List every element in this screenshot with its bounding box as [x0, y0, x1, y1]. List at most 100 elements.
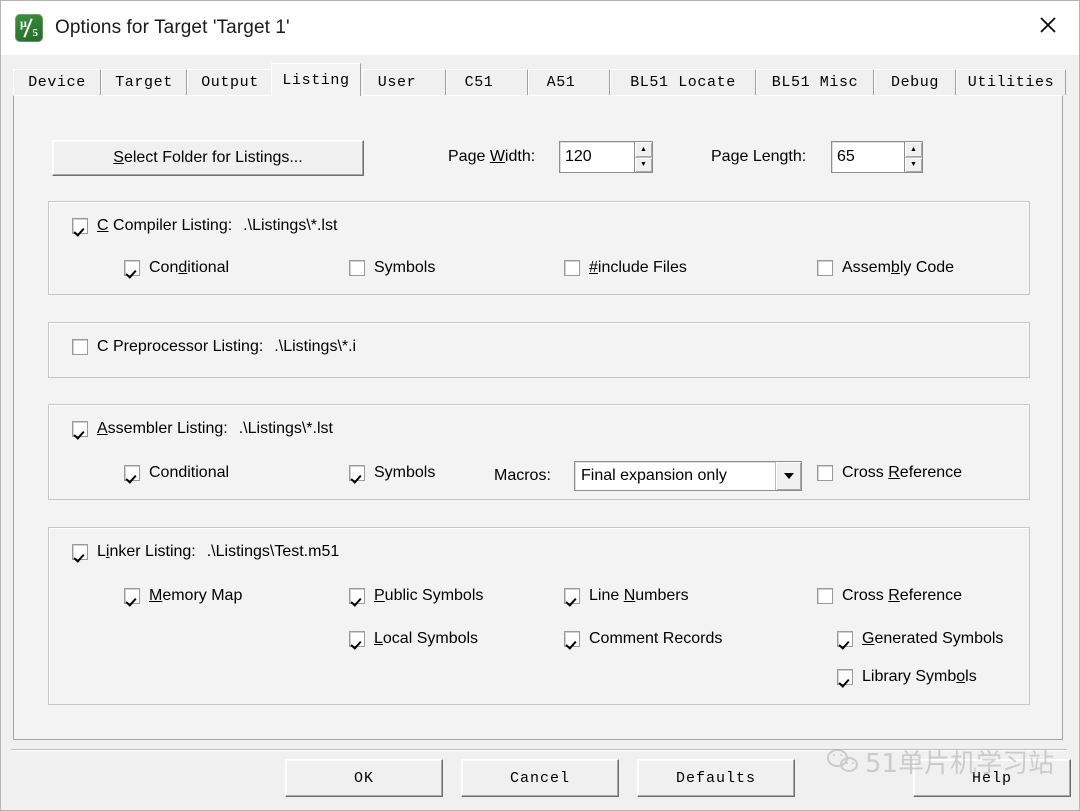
linker-cross-reference-checkbox[interactable]: Cross Reference: [817, 587, 962, 605]
defaults-button[interactable]: Defaults: [637, 759, 795, 797]
window-title: Options for Target 'Target 1': [55, 17, 290, 38]
c-compiler-conditional-checkbox[interactable]: Conditional: [124, 259, 229, 277]
tab-bl51-locate[interactable]: BL51 Locate: [610, 69, 756, 95]
assembler-listing-label: Assembler Listing:: [97, 420, 228, 437]
page-width-spin-down[interactable]: ▼: [635, 157, 652, 172]
tab-label: C51: [464, 74, 494, 91]
tab-label: Utilities: [967, 74, 1055, 91]
tab-label: User: [377, 74, 417, 91]
linker-public-symbols-checkbox[interactable]: Public Symbols: [349, 587, 483, 605]
c-compiler-include-files-checkbox[interactable]: #include Files: [564, 259, 687, 277]
linker-listing-path: .\Listings\Test.m51: [206, 543, 340, 560]
tab-bl51-misc[interactable]: BL51 Misc: [756, 69, 874, 95]
checkbox-box: [72, 218, 88, 234]
c-compiler-listing-group: C Compiler Listing: .\Listings\*.lst Con…: [48, 201, 1030, 295]
c-compiler-listing-label: C Compiler Listing:: [97, 217, 233, 234]
linker-memory-map-checkbox[interactable]: Memory Map: [124, 587, 242, 605]
tab-a51[interactable]: A51: [528, 69, 610, 95]
tab-label: Debug: [890, 74, 939, 91]
checkbox-label: Symbols: [374, 464, 436, 481]
linker-listing-checkbox[interactable]: Linker Listing: .\Listings\Test.m51: [72, 543, 339, 561]
checkbox-box: [817, 588, 833, 604]
wechat-icon: [827, 747, 861, 777]
assembler-listing-path: .\Listings\*.lst: [238, 420, 333, 437]
assembler-listing-group: Assembler Listing: .\Listings\*.lst Cond…: [48, 404, 1030, 500]
macros-value: Final expansion only: [581, 467, 727, 484]
checkbox-box: [564, 631, 580, 647]
checkbox-box: [817, 260, 833, 276]
close-icon[interactable]: [1017, 1, 1079, 49]
tab-user[interactable]: User: [362, 69, 446, 95]
checkbox-label: Generated Symbols: [862, 630, 1004, 647]
select-folder-label: Select Folder for Listings...: [113, 149, 303, 166]
tab-label: BL51 Locate: [630, 74, 736, 91]
tab-target[interactable]: Target: [101, 69, 187, 95]
page-length-spin-up[interactable]: ▲: [905, 142, 922, 158]
assembler-listing-checkbox[interactable]: Assembler Listing: .\Listings\*.lst: [72, 420, 333, 438]
select-folder-for-listings-button[interactable]: Select Folder for Listings...: [52, 140, 364, 176]
c-compiler-listing-checkbox[interactable]: C Compiler Listing: .\Listings\*.lst: [72, 217, 337, 235]
tab-utilities[interactable]: Utilities: [956, 69, 1066, 95]
macros-select[interactable]: Final expansion only: [574, 461, 802, 491]
checkbox-box: [349, 631, 365, 647]
c-preprocessor-listing-label: C Preprocessor Listing:: [97, 338, 264, 355]
checkbox-box: [349, 588, 365, 604]
page-width-value: 120: [565, 148, 592, 165]
tab-label: Device: [28, 74, 86, 91]
tab-output[interactable]: Output: [187, 69, 273, 95]
tab-c51[interactable]: C51: [446, 69, 528, 95]
checkbox-label: Cross Reference: [842, 587, 963, 604]
ok-label: OK: [353, 769, 374, 787]
linker-library-symbols-checkbox[interactable]: Library Symbols: [837, 668, 977, 686]
checkbox-box: [837, 669, 853, 685]
c-preprocessor-listing-path: .\Listings\*.i: [274, 338, 357, 355]
tab-device[interactable]: Device: [13, 69, 101, 95]
c-compiler-assembly-code-checkbox[interactable]: Assembly Code: [817, 259, 954, 277]
linker-local-symbols-checkbox[interactable]: Local Symbols: [349, 630, 478, 648]
checkbox-box: [564, 588, 580, 604]
c-preprocessor-listing-checkbox[interactable]: C Preprocessor Listing: .\Listings\*.i: [72, 338, 356, 356]
ok-button[interactable]: OK: [285, 759, 443, 797]
tab-label: Listing: [282, 71, 350, 89]
checkbox-box: [72, 339, 88, 355]
checkbox-label: Library Symbols: [862, 668, 977, 685]
checkbox-label: Line Numbers: [589, 587, 689, 604]
checkbox-label: Assembly Code: [842, 259, 955, 276]
assembler-cross-reference-checkbox[interactable]: Cross Reference: [817, 464, 962, 482]
chevron-down-icon[interactable]: [775, 462, 801, 490]
checkbox-box: [124, 260, 140, 276]
help-label: Help: [971, 769, 1012, 787]
help-button[interactable]: Help: [913, 759, 1071, 797]
checkbox-label: Comment Records: [589, 630, 723, 647]
checkbox-box: [124, 465, 140, 481]
checkbox-label: Symbols: [374, 259, 436, 276]
cancel-label: Cancel: [509, 769, 570, 787]
checkbox-box: [124, 588, 140, 604]
checkbox-label: #include Files: [589, 259, 687, 276]
page-length-spin-down[interactable]: ▼: [905, 157, 922, 172]
tab-label: Target: [115, 74, 173, 91]
assembler-conditional-checkbox[interactable]: Conditional: [124, 464, 229, 482]
c-compiler-symbols-checkbox[interactable]: Symbols: [349, 259, 435, 277]
page-width-spinner[interactable]: ▲ ▼: [634, 141, 653, 173]
linker-line-numbers-checkbox[interactable]: Line Numbers: [564, 587, 689, 605]
linker-listing-label: Linker Listing:: [97, 543, 196, 560]
page-length-value: 65: [837, 148, 855, 165]
page-length-spinner[interactable]: ▲ ▼: [904, 141, 923, 173]
checkbox-label: Memory Map: [149, 587, 243, 604]
tab-listing[interactable]: Listing: [271, 63, 361, 96]
assembler-symbols-checkbox[interactable]: Symbols: [349, 464, 435, 482]
linker-listing-group: Linker Listing: .\Listings\Test.m51 Memo…: [48, 527, 1030, 705]
checkbox-box: [564, 260, 580, 276]
tab-debug[interactable]: Debug: [874, 69, 956, 95]
cancel-button[interactable]: Cancel: [461, 759, 619, 797]
checkbox-box: [72, 544, 88, 560]
page-width-spin-up[interactable]: ▲: [635, 142, 652, 158]
checkbox-label: Public Symbols: [374, 587, 484, 604]
c-compiler-listing-path: .\Listings\*.lst: [243, 217, 338, 234]
checkbox-label: Conditional: [149, 464, 230, 481]
linker-generated-symbols-checkbox[interactable]: Generated Symbols: [837, 630, 1003, 648]
checkbox-box: [72, 421, 88, 437]
checkbox-box: [349, 465, 365, 481]
linker-comment-records-checkbox[interactable]: Comment Records: [564, 630, 722, 648]
